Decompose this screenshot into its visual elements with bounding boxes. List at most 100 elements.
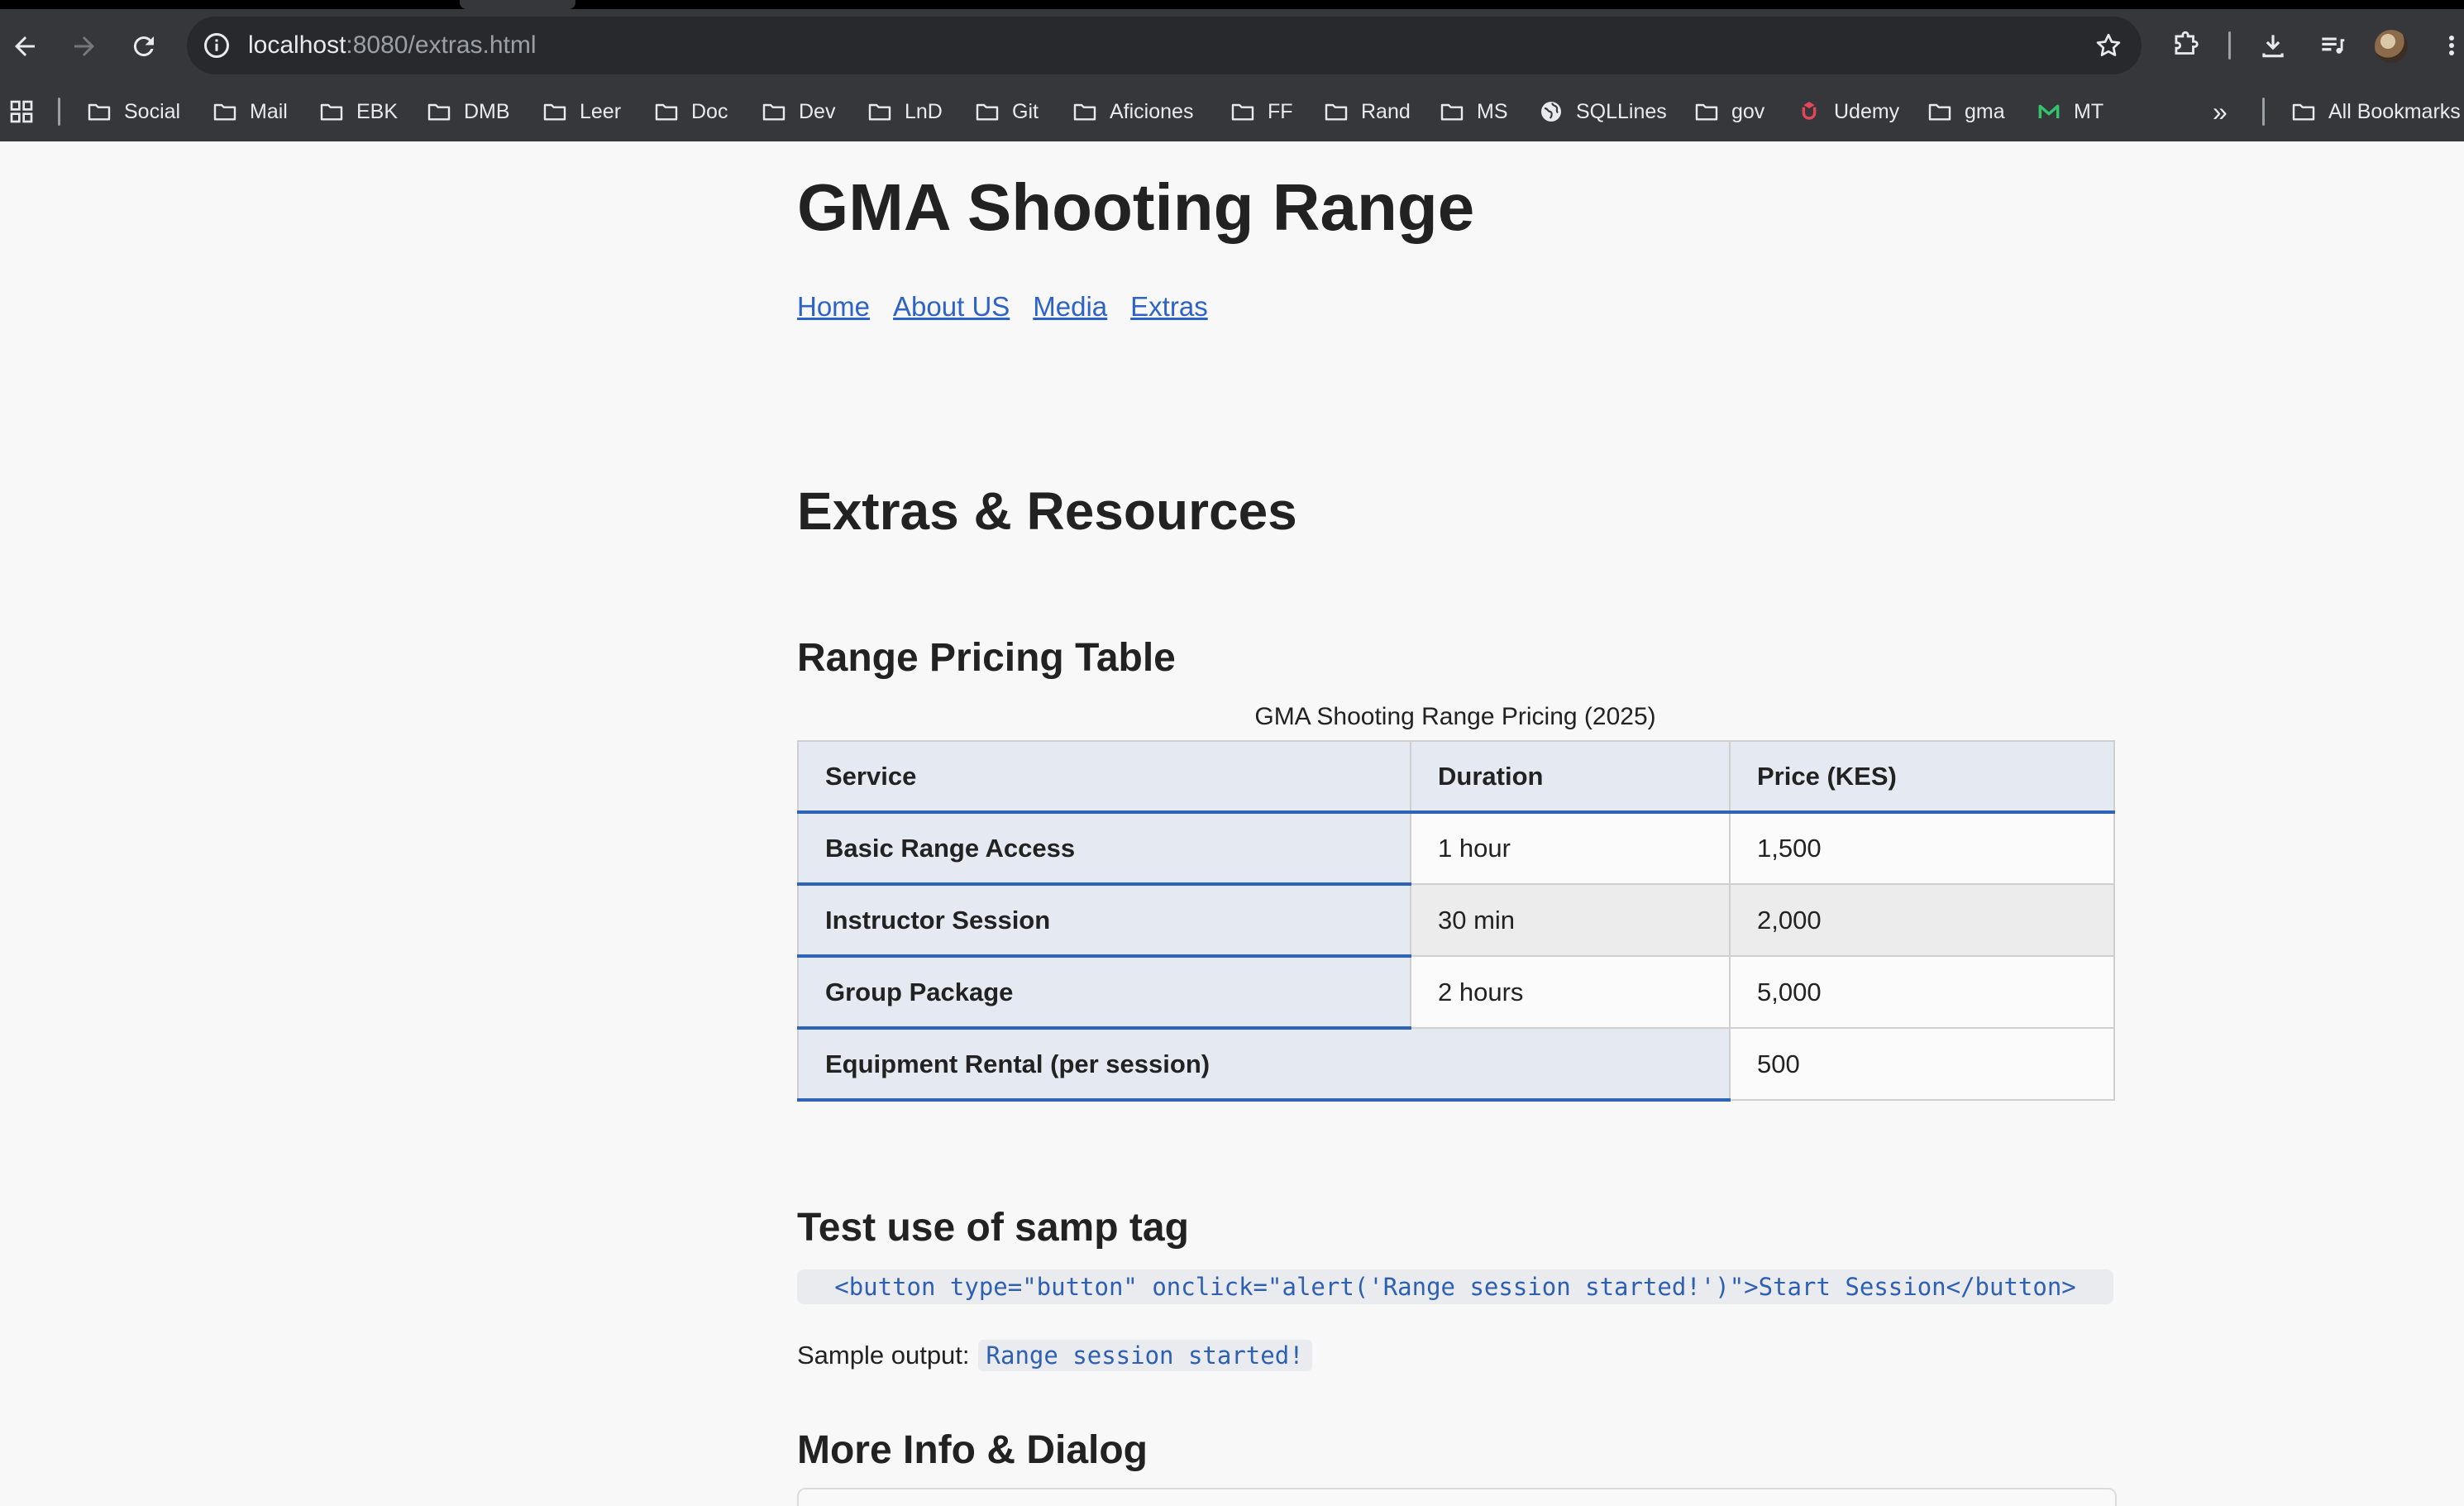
- price-cell: 5,000: [1729, 955, 2115, 1029]
- active-tab-edge: [460, 0, 575, 9]
- table-caption: GMA Shooting Range Pricing (2025): [1254, 703, 1656, 730]
- bookmark-social[interactable]: Social: [86, 89, 180, 134]
- bookmark-label: Git: [1012, 99, 1039, 123]
- price-cell: 500: [1729, 1027, 2115, 1101]
- sample-output-label: Sample output:: [797, 1341, 970, 1370]
- address-bar[interactable]: localhost:8080/extras.html: [187, 17, 2142, 74]
- table-row: Instructor Session 30 min 2,000: [797, 883, 2115, 958]
- table-row: Basic Range Access 1 hour 1,500: [797, 811, 2115, 886]
- bookmark-ms[interactable]: MS: [1439, 89, 1508, 134]
- bookmarks-overflow-button[interactable]: »: [2213, 89, 2228, 134]
- bookmark-mail[interactable]: Mail: [212, 89, 288, 134]
- folder-icon: [655, 103, 678, 121]
- folder-icon: [88, 103, 111, 121]
- kebab-menu-icon: [2449, 36, 2454, 55]
- folder-icon: [1695, 103, 1718, 121]
- nav-link-home[interactable]: Home: [797, 287, 870, 327]
- code-sample: <button type="button" onclick="alert('Ra…: [797, 1269, 2113, 1304]
- sample-output-line: Sample output: Range session started!: [797, 1336, 1312, 1375]
- bookmark-label: Dev: [799, 99, 836, 123]
- service-cell: Instructor Session: [797, 883, 1411, 958]
- column-header-service: Service: [797, 740, 1411, 814]
- bookmark-mt[interactable]: MT: [2036, 89, 2103, 134]
- back-button[interactable]: [0, 22, 50, 71]
- bookmark-label: LnD: [905, 99, 943, 123]
- bookmark-leer[interactable]: Leer: [542, 89, 621, 134]
- all-bookmarks-label: All Bookmarks: [2328, 99, 2461, 123]
- folder-icon: [1928, 103, 1951, 121]
- table-row: Group Package 2 hours 5,000: [797, 955, 2115, 1030]
- nav-link-about[interactable]: About US: [893, 287, 1010, 327]
- url-text[interactable]: localhost:8080/extras.html: [248, 17, 537, 74]
- service-cell: Equipment Rental (per session): [797, 1027, 1731, 1102]
- service-cell: Basic Range Access: [797, 811, 1411, 886]
- globe-icon: [1541, 102, 1561, 122]
- bookmark-label: DMB: [464, 99, 510, 123]
- bookmark-dev[interactable]: Dev: [761, 89, 835, 134]
- bookmark-ebk[interactable]: EBK: [318, 89, 398, 134]
- bookmark-label: gov: [1731, 99, 1765, 123]
- reload-button[interactable]: [119, 22, 169, 71]
- toolbar-divider: [2228, 31, 2231, 60]
- bookmarks-bar: Social Mail EBK DMB Leer Doc Dev LnD Git Aficione…: [0, 89, 2464, 134]
- folder-icon: [1325, 103, 1348, 121]
- bookmark-aficiones[interactable]: Aficiones: [1072, 89, 1193, 134]
- bookmark-label: Udemy: [1834, 99, 1900, 123]
- folder-icon: [427, 103, 451, 121]
- url-path: :8080/extras.html: [346, 31, 537, 59]
- column-header-duration: Duration: [1410, 740, 1731, 814]
- bookmark-gov[interactable]: gov: [1693, 89, 1764, 134]
- folder-icon: [1073, 103, 1096, 121]
- media-controls-button[interactable]: [2314, 26, 2352, 65]
- folder-icon: [2292, 103, 2315, 121]
- bookmark-sqllines[interactable]: SQLLines: [1538, 89, 1667, 134]
- apps-button[interactable]: [8, 89, 46, 134]
- playlist-icon: [2322, 37, 2345, 54]
- site-info-icon[interactable]: [202, 31, 232, 60]
- bookmark-label: MS: [1477, 99, 1508, 123]
- site-nav: Home About US Media Extras: [797, 287, 1231, 327]
- folder-icon: [320, 103, 343, 121]
- bookmark-ff[interactable]: FF: [1230, 89, 1293, 134]
- samp-heading: Test use of samp tag: [797, 1206, 1189, 1250]
- service-cell: Group Package: [797, 955, 1411, 1030]
- bookmark-dmb[interactable]: DMB: [426, 89, 510, 134]
- reload-icon: [133, 36, 154, 57]
- m-logo-icon: [2038, 104, 2060, 118]
- profile-avatar[interactable]: [2375, 30, 2408, 63]
- download-icon: [2262, 35, 2284, 58]
- bookmark-label: Doc: [691, 99, 728, 123]
- bookmark-git[interactable]: Git: [974, 89, 1039, 134]
- sample-output-value: Range session started!: [977, 1340, 1312, 1371]
- bookmark-udemy[interactable]: Udemy: [1796, 89, 1899, 134]
- table-header-row: Service Duration Price (KES): [797, 740, 2115, 814]
- bookmarks-divider-right: [2262, 98, 2265, 126]
- apps-grid-icon: [10, 100, 33, 123]
- udemy-icon: [1802, 102, 1817, 120]
- folder-icon: [213, 103, 236, 121]
- bookmark-label: Leer: [580, 99, 622, 123]
- bookmark-star-icon[interactable]: [2094, 31, 2123, 60]
- site-title: GMA Shooting Range: [797, 170, 1475, 244]
- bookmark-doc[interactable]: Doc: [653, 89, 728, 134]
- bookmarks-divider: [58, 98, 60, 126]
- bookmark-label: Rand: [1361, 99, 1411, 123]
- bookmark-rand[interactable]: Rand: [1323, 89, 1411, 134]
- bookmark-label: MT: [2074, 99, 2104, 123]
- duration-cell: 1 hour: [1410, 811, 1731, 885]
- browser-toolbar: localhost:8080/extras.html Social Mail EBK…: [0, 0, 2464, 141]
- column-header-price: Price (KES): [1729, 740, 2115, 814]
- bookmark-gma[interactable]: gma: [1927, 89, 2005, 134]
- nav-link-media[interactable]: Media: [1033, 287, 1107, 327]
- bookmark-label: Social: [124, 99, 181, 123]
- forward-button[interactable]: [60, 22, 109, 71]
- bookmark-lnd[interactable]: LnD: [867, 89, 943, 134]
- bookmark-label: EBK: [356, 99, 399, 123]
- pricing-table: Service Duration Price (KES) Basic Range…: [797, 740, 2115, 1102]
- downloads-button[interactable]: [2254, 26, 2292, 65]
- nav-link-extras[interactable]: Extras: [1130, 287, 1208, 327]
- all-bookmarks-button[interactable]: All Bookmarks: [2290, 89, 2461, 134]
- browser-menu-button[interactable]: [2439, 26, 2464, 65]
- folder-icon: [868, 103, 891, 121]
- extensions-button[interactable]: [2166, 26, 2204, 65]
